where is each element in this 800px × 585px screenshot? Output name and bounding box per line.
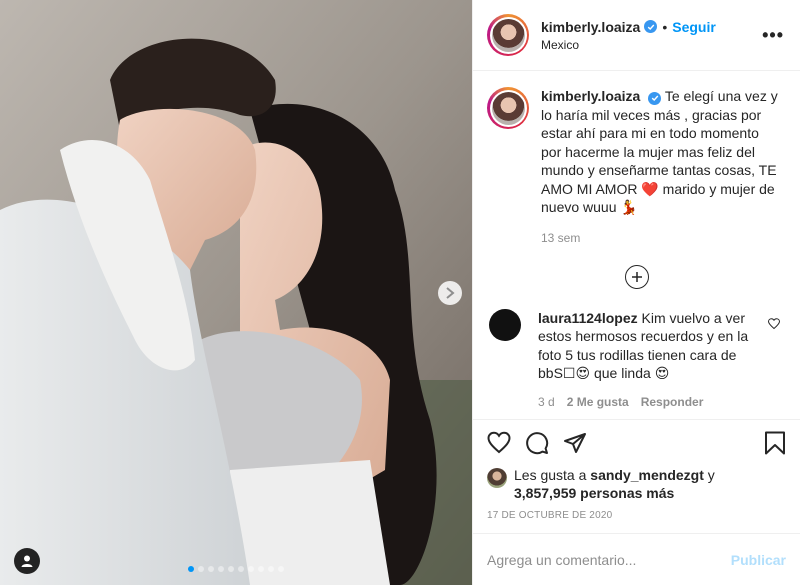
post-photo[interactable]: [0, 0, 472, 585]
caption-avatar[interactable]: [487, 87, 529, 129]
likes-summary: Les gusta a sandy_mendezgt y 3,857,959 p…: [487, 466, 786, 502]
liker-avatar[interactable]: [487, 468, 507, 488]
carousel-dot: [248, 566, 254, 572]
comment-age[interactable]: 3 d: [538, 395, 555, 409]
next-photo-button[interactable]: [438, 281, 462, 305]
comment-item: laura1124lopez Kim vuelvo a ver estos he…: [487, 308, 786, 383]
caption-text: kimberly.loaiza Te elegí una vez y lo ha…: [541, 87, 781, 217]
actions-area: Les gusta a sandy_mendezgt y 3,857,959 p…: [473, 419, 800, 533]
couple-photo: [0, 0, 472, 585]
comment-like-button[interactable]: [767, 317, 781, 383]
load-more-comments-button[interactable]: [624, 264, 649, 289]
carousel-dot: [278, 566, 284, 572]
dancer-emoji: 💃: [620, 199, 638, 215]
carousel-dot: [218, 566, 224, 572]
likes-mid: y: [703, 467, 715, 483]
share-button[interactable]: [563, 431, 587, 455]
more-options-icon[interactable]: •••: [762, 25, 784, 46]
share-icon: [564, 433, 586, 453]
follow-button[interactable]: Seguir: [672, 19, 716, 35]
boxed-char: S☐: [553, 365, 576, 381]
likes-count[interactable]: 3,857,959 personas más: [514, 485, 674, 501]
bookmark-icon: [765, 431, 785, 455]
love-emoji: 😍: [575, 365, 591, 381]
reply-button[interactable]: Responder: [641, 395, 704, 409]
post-panel: kimberly.loaiza • Seguir Mexico ••• kimb…: [472, 0, 800, 585]
post-date[interactable]: 17 DE OCTUBRE DE 2020: [487, 510, 786, 521]
carousel-indicator: [0, 566, 472, 572]
caption-username[interactable]: kimberly.loaiza: [541, 88, 640, 104]
chevron-right-icon: [446, 287, 455, 299]
comment-text: laura1124lopez Kim vuelvo a ver estos he…: [538, 309, 756, 383]
comment-meta: 3 d 2 Me gusta Responder: [538, 395, 786, 409]
post: kimberly.loaiza • Seguir Mexico ••• kimb…: [0, 0, 800, 585]
commenter-avatar[interactable]: [489, 308, 521, 341]
add-comment-bar: Publicar: [473, 533, 800, 585]
liker-username[interactable]: sandy_mendezgt: [590, 467, 704, 483]
caption-age[interactable]: 13 sem: [541, 231, 786, 245]
verified-icon: [648, 91, 662, 105]
like-button[interactable]: [487, 431, 511, 455]
comment-likes[interactable]: 2 Me gusta: [567, 395, 629, 409]
publish-button[interactable]: Publicar: [731, 552, 786, 568]
comment-button[interactable]: [525, 431, 549, 455]
heart-icon: [487, 431, 511, 454]
post-header: kimberly.loaiza • Seguir Mexico •••: [473, 0, 800, 71]
action-bar: [487, 420, 786, 466]
comment-input[interactable]: [487, 551, 731, 568]
likes-prefix: Les gusta a: [514, 467, 591, 483]
comment-icon: [526, 432, 549, 455]
heart-icon: [767, 317, 781, 329]
commenter-username[interactable]: laura1124lopez: [538, 310, 638, 326]
carousel-dot: [228, 566, 234, 572]
location-link[interactable]: Mexico: [541, 38, 762, 52]
carousel-dot: [268, 566, 274, 572]
carousel-dot: [258, 566, 264, 572]
plus-icon: [631, 271, 642, 282]
separator-dot: •: [662, 18, 668, 35]
carousel-dot: [208, 566, 214, 572]
carousel-dot: [238, 566, 244, 572]
author-username[interactable]: kimberly.loaiza: [541, 19, 640, 35]
author-avatar[interactable]: [487, 14, 529, 56]
heart-emoji: ❤️: [641, 180, 659, 197]
carousel-dot: [198, 566, 204, 572]
caption: kimberly.loaiza Te elegí una vez y lo ha…: [487, 87, 786, 217]
verified-icon: [644, 20, 658, 33]
love-emoji-2: 😍: [654, 365, 670, 381]
save-button[interactable]: [764, 431, 786, 455]
comment-body-2: que linda: [590, 365, 651, 381]
carousel-dot: [188, 566, 194, 572]
comments-area: kimberly.loaiza Te elegí una vez y lo ha…: [473, 71, 800, 419]
